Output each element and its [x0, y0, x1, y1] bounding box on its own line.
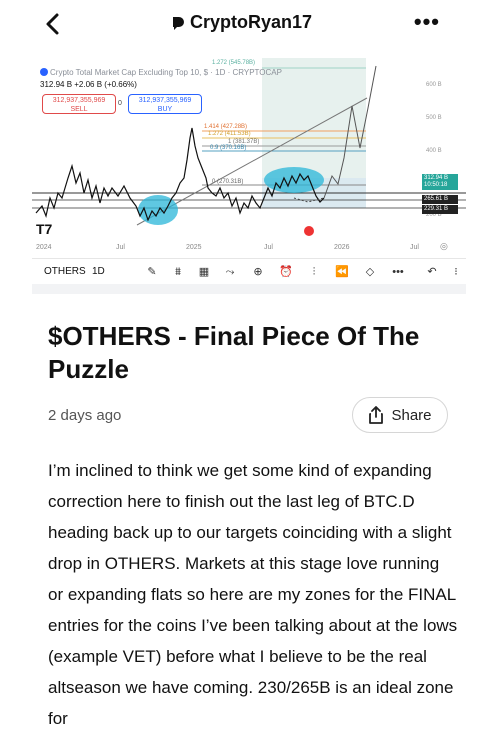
share-icon: [369, 406, 384, 424]
candles-icon[interactable]: ⫶: [306, 264, 322, 280]
sell-price: 312,937,355,969: [52, 97, 106, 104]
x-axis-label: 2024: [36, 244, 52, 251]
indicators-icon[interactable]: ⩩: [170, 264, 186, 280]
sell-button[interactable]: 312,937,355,969 SELL: [42, 94, 116, 114]
symbol-selector[interactable]: OTHERS: [44, 266, 86, 277]
buy-price: 312,937,355,969: [138, 97, 192, 104]
article-title: $OTHERS - Final Piece Of The Puzzle: [48, 321, 420, 384]
chart-type-icon[interactable]: ⤳: [222, 264, 238, 280]
fib-label: 0.9 (370.16B): [210, 145, 247, 151]
article-body: I’m inclined to think we get some kind o…: [48, 461, 458, 728]
interval-selector[interactable]: 1D: [92, 266, 105, 277]
more-tools-icon[interactable]: •••: [390, 264, 406, 280]
top-bar: CryptoRyan17 •••: [0, 0, 482, 48]
price-tag: 229.31 B: [422, 205, 458, 214]
y-axis-label: 500 B: [426, 115, 442, 121]
price-change: 312.94 B +2.06 B (+0.66%): [40, 80, 137, 89]
publish-time: 2 days ago: [48, 407, 122, 424]
svg-text:T7: T7: [36, 221, 53, 237]
author-name: CryptoRyan17: [189, 12, 313, 32]
x-axis-label: 2026: [334, 244, 350, 251]
chart-toolbar: OTHERS 1D ✎ ⩩ ▦ ⤳ ⊕ ⏰ ⫶ ⏪ ◇ ••• ↶ ⁝: [32, 258, 466, 284]
last-price-tag: 312.94 B 10:50:18: [422, 174, 458, 190]
x-axis-label: Jul: [116, 244, 125, 251]
y-axis-label: 400 B: [426, 148, 442, 154]
replay-icon[interactable]: ⏪: [334, 264, 350, 280]
fib-label: 1.414 (427.28B): [204, 124, 248, 130]
x-axis-label: Jul: [264, 244, 273, 251]
x-axis-label: 2025: [186, 244, 202, 251]
expand-icon[interactable]: ⁝: [448, 264, 464, 280]
y-axis-label: 600 B: [426, 82, 442, 88]
author-title[interactable]: CryptoRyan17: [0, 12, 482, 33]
layout-grid-icon[interactable]: ▦: [196, 264, 212, 280]
tradingview-logo-icon: [172, 17, 184, 31]
chart-area[interactable]: T7 Crypto Total Market Cap Excluding Top…: [32, 48, 466, 258]
share-button[interactable]: Share: [352, 397, 448, 433]
buy-label: BUY: [157, 106, 173, 113]
sell-label: SELL: [70, 106, 88, 113]
country-flag-icon: [302, 224, 316, 238]
symbol-icon: [40, 68, 48, 76]
buy-button[interactable]: 312,937,355,969 BUY: [128, 94, 202, 114]
fib-label: 0 (270.31B): [212, 179, 244, 185]
share-label: Share: [391, 406, 432, 424]
add-icon[interactable]: ⊕: [250, 264, 266, 280]
fib-label: 1.272 (545.78B): [212, 60, 256, 66]
undo-icon[interactable]: ↶: [424, 264, 440, 280]
x-axis-label: Jul: [410, 244, 419, 251]
settings-icon[interactable]: ◎: [440, 241, 448, 252]
more-options-icon[interactable]: •••: [414, 11, 440, 33]
spread-value: 0: [118, 100, 122, 107]
chart-card[interactable]: T7 Crypto Total Market Cap Excluding Top…: [32, 48, 466, 294]
layers-icon[interactable]: ◇: [362, 264, 378, 280]
chart-legend: Crypto Total Market Cap Excluding Top 10…: [40, 68, 282, 77]
draw-pen-icon[interactable]: ✎: [144, 264, 160, 280]
fib-label: 1.272 (411.53B): [208, 131, 251, 137]
alarm-icon[interactable]: ⏰: [278, 264, 294, 280]
price-tag: 265.61 B: [422, 195, 458, 204]
